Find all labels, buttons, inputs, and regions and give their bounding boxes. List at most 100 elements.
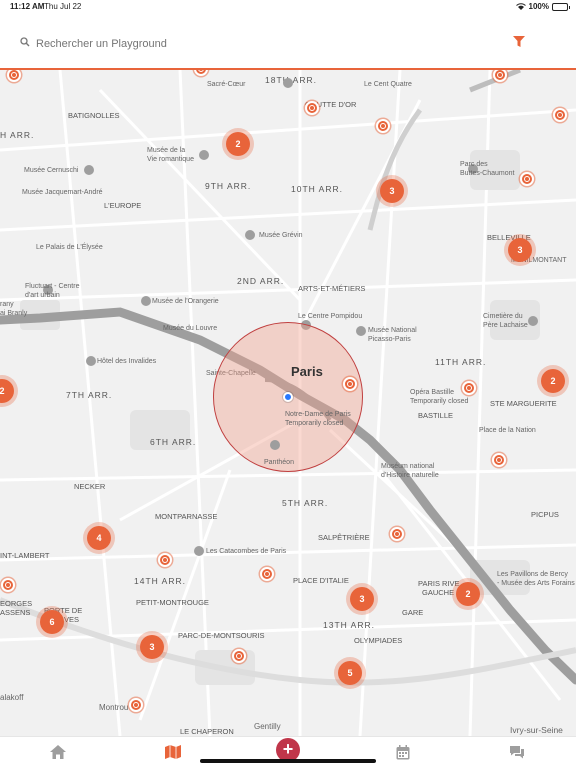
poi-sacre-coeur-icon[interactable] — [283, 78, 293, 88]
playground-pin[interactable] — [493, 68, 507, 82]
arr-label-6: 6TH ARR. — [150, 437, 197, 447]
neighborhood-picpus: PICPUS — [531, 510, 559, 519]
neighborhood-place-ditalie: PLACE D'ITALIE — [293, 576, 349, 585]
poi-vie-romantique-label: Musée de la Vie romantique — [147, 147, 194, 163]
playground-cluster[interactable]: 3 — [508, 238, 532, 262]
neighborhood-ves: VES — [64, 615, 80, 624]
poi-pantheon-icon[interactable] — [270, 440, 280, 450]
playground-pin[interactable] — [343, 377, 357, 391]
poi-nation-label: Place de la Nation — [479, 427, 536, 434]
playground-pin[interactable] — [520, 172, 534, 186]
poi-jacquemart-label: Musée Jacquemart-André — [22, 189, 103, 196]
poi-cemuschi-icon[interactable] — [84, 165, 94, 175]
playground-cluster[interactable]: 6 — [40, 610, 64, 634]
poi-bercy-label: Les Pavillons de Bercy - Musée des Arts … — [497, 571, 575, 587]
playground-pin[interactable] — [1, 578, 15, 592]
filter-icon — [513, 35, 525, 47]
neighborhood-gauche: GAUCHE — [422, 588, 455, 597]
arr-label-5: 5TH ARR. — [282, 498, 329, 508]
poi-branly2-label: ai Branly — [0, 310, 28, 317]
chat-icon — [510, 746, 524, 759]
poi-grevin-icon[interactable] — [245, 230, 255, 240]
playground-cluster[interactable]: 2 — [226, 132, 250, 156]
poi-vie-romantique-icon[interactable] — [199, 150, 209, 160]
tab-home[interactable] — [49, 744, 67, 760]
playground-pin[interactable] — [7, 68, 21, 82]
arr-label-11: 11TH ARR. — [435, 357, 487, 367]
playground-cluster[interactable]: 2 — [541, 369, 565, 393]
playground-pin[interactable] — [376, 119, 390, 133]
poi-invalides-label: Hôtel des Invalides — [97, 358, 157, 365]
poi-cent-quatre-label: Le Cent Quatre — [364, 81, 412, 88]
battery-percent: 100% — [528, 2, 549, 11]
playground-cluster[interactable]: 3 — [380, 179, 404, 203]
arr-label-13: 13TH ARR. — [323, 620, 375, 630]
poi-pantheon-label: Panthéon — [264, 459, 294, 466]
playground-cluster[interactable]: 4 — [87, 526, 111, 550]
arr-label-10: 10TH ARR. — [291, 184, 343, 194]
tab-map[interactable] — [164, 744, 182, 760]
status-indicators: 100% — [515, 2, 570, 11]
playground-pin[interactable] — [462, 381, 476, 395]
arr-label-9: 9TH ARR. — [205, 181, 252, 191]
neighborhood-le-chaperon: LE CHAPERON — [180, 727, 234, 736]
playground-pin[interactable] — [260, 567, 274, 581]
filter-button[interactable] — [508, 30, 530, 52]
map-icon — [165, 745, 181, 759]
search-input[interactable] — [36, 34, 456, 54]
neighborhood-montparnasse: MONTPARNASSE — [155, 512, 218, 521]
neighborhood-leurope: L'EUROPE — [104, 201, 142, 210]
map-view[interactable]: 18TH ARR. H ARR. 9TH ARR. 10TH ARR. 2ND … — [0, 0, 576, 768]
home-indicator — [200, 759, 376, 763]
poi-malakoff-label: alakoff — [0, 693, 24, 702]
plus-icon: + — [282, 739, 294, 759]
arr-label-7: 7TH ARR. — [66, 390, 113, 400]
poi-cemuschi-label: Musée Cernuschi — [24, 167, 79, 174]
tab-bar: + — [0, 736, 576, 768]
neighborhood-arts-et-metiers: ARTS-ET-MÉTIERS — [298, 284, 366, 293]
poi-orangerie-icon[interactable] — [141, 296, 151, 306]
poi-sacre-coeur-label: Sacré-Cœur — [207, 81, 246, 88]
neighborhood-necker: NECKER — [74, 482, 106, 491]
poi-branly-label: rany — [0, 301, 14, 308]
user-location-dot — [283, 392, 293, 402]
status-bar: 11:12 AM Thu Jul 22 100% — [0, 0, 576, 14]
city-label: Paris — [291, 364, 323, 379]
neighborhood-salpetriere: SALPÊTRIÈRE — [318, 533, 370, 542]
playground-pin[interactable] — [232, 649, 246, 663]
poi-catacombes-label: Les Catacombes de Paris — [206, 548, 287, 555]
playground-pin[interactable] — [129, 698, 143, 712]
poi-grevin-label: Musée Grévin — [259, 232, 303, 239]
poi-catacombes-icon[interactable] — [194, 546, 204, 556]
neighborhood-saint-lambert: INT-LAMBERT — [0, 551, 50, 560]
playground-pin[interactable] — [305, 101, 319, 115]
poi-fluctuart-label: Fluctuart - Centre d'art urbain — [25, 283, 80, 299]
poi-pere-lachaise-icon[interactable] — [528, 316, 538, 326]
playground-pin[interactable] — [553, 108, 567, 122]
poi-invalides-icon[interactable] — [86, 356, 96, 366]
arr-label-14: 14TH ARR. — [134, 576, 186, 586]
neighborhood-ste-marguerite: STE MARGUERITE — [490, 399, 557, 408]
playground-pin[interactable] — [390, 527, 404, 541]
playground-cluster[interactable]: 2 — [456, 582, 480, 606]
poi-picasso-label: Musée National Picasso-Paris — [368, 327, 417, 343]
poi-montrouge-label: Montrou — [99, 703, 129, 712]
neighborhood-parc-de-montsouris: PARC-DE-MONTSOURIS — [178, 631, 265, 640]
poi-louvre-label: Musée du Louvre — [163, 325, 218, 332]
playground-cluster[interactable]: 3 — [350, 587, 374, 611]
neighborhood-assens: ASSENS — [0, 608, 31, 617]
neighborhood-gare: GARE — [402, 608, 424, 617]
poi-notre-dame-label: Notre-Dame de Paris Temporarily closed — [285, 411, 351, 427]
battery-icon — [552, 2, 570, 11]
playground-pin[interactable] — [492, 453, 506, 467]
poi-picasso-icon[interactable] — [356, 326, 366, 336]
home-icon — [50, 745, 66, 759]
arr-label-2: 2ND ARR. — [237, 276, 285, 286]
playground-cluster[interactable]: 3 — [140, 635, 164, 659]
tab-calendar[interactable] — [394, 744, 412, 760]
wifi-icon — [515, 2, 526, 10]
playground-cluster[interactable]: 5 — [338, 661, 362, 685]
tab-chat[interactable] — [508, 744, 526, 760]
poi-elysee-label: Le Palais de L'Élysée — [36, 244, 103, 251]
playground-pin[interactable] — [158, 553, 172, 567]
